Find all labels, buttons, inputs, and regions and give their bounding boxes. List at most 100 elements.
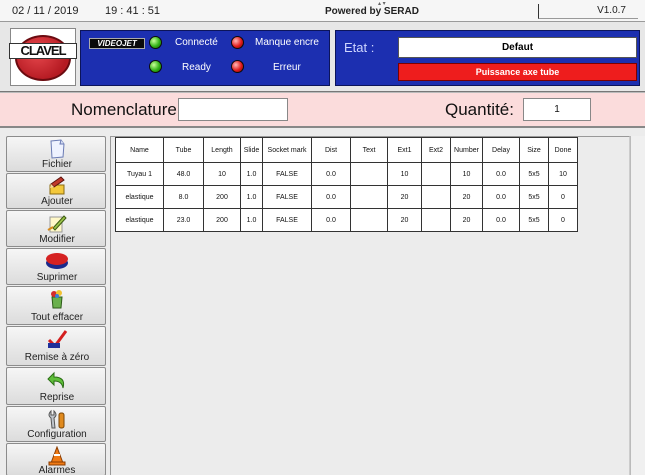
column-header[interactable]: Done (548, 137, 578, 163)
table-cell[interactable] (350, 185, 388, 209)
column-header[interactable]: Number (450, 137, 483, 163)
table-cell[interactable]: 10 (548, 162, 578, 186)
table-cell[interactable]: 23.0 (163, 208, 204, 232)
table-cell[interactable] (421, 185, 451, 209)
vertical-scrollbar[interactable] (630, 136, 645, 475)
column-header[interactable]: Slide (240, 137, 263, 163)
table-cell[interactable]: 0.0 (482, 208, 520, 232)
error-led-icon (231, 60, 244, 73)
table-cell[interactable]: 8.0 (163, 185, 204, 209)
main-area: Fichier Ajouter Modifier Suprimer Tout e… (0, 130, 645, 475)
reset-button[interactable]: Remise à zéro (6, 326, 106, 366)
nomenclature-bar: Nomenclature: Quantité: 1 (0, 92, 645, 128)
delete-button[interactable]: Suprimer (6, 248, 106, 285)
table-cell[interactable] (350, 208, 388, 232)
job-table[interactable]: Name Tube Length Slide Socket mark Dist … (115, 137, 578, 232)
table-cell[interactable]: FALSE (262, 185, 312, 209)
table-cell[interactable]: 48.0 (163, 162, 204, 186)
recycle-bin-icon (51, 290, 63, 309)
table-cell[interactable] (421, 208, 451, 232)
table-cell[interactable]: 10 (203, 162, 241, 186)
table-cell[interactable]: 1.0 (240, 162, 263, 186)
table-cell[interactable]: 200 (203, 208, 241, 232)
sidebar: Fichier Ajouter Modifier Suprimer Tout e… (6, 136, 106, 475)
column-header[interactable]: Ext2 (421, 137, 451, 163)
table-cell[interactable]: 0 (548, 185, 578, 209)
job-table-panel: Name Tube Length Slide Socket mark Dist … (110, 136, 630, 475)
table-cell[interactable]: 5x5 (519, 162, 549, 186)
alarms-button-label: Alarmes (38, 465, 76, 475)
table-cell[interactable]: 5x5 (519, 185, 549, 209)
edit-button[interactable]: Modifier (6, 210, 106, 247)
column-header[interactable]: Tube (163, 137, 204, 163)
table-cell[interactable]: 10 (387, 162, 422, 186)
table-cell[interactable]: 20 (450, 208, 483, 232)
column-header[interactable]: Name (115, 137, 164, 163)
videojet-logo: VIDEOJET (89, 38, 145, 49)
file-icon (50, 139, 65, 159)
table-cell[interactable]: 1.0 (240, 208, 263, 232)
table-cell[interactable]: 0.0 (482, 162, 520, 186)
table-cell[interactable]: 200 (203, 185, 241, 209)
table-cell[interactable]: FALSE (262, 208, 312, 232)
table-cell[interactable]: Tuyau 1 (115, 162, 164, 186)
column-header[interactable]: Delay (482, 137, 520, 163)
connected-label: Connecté (175, 37, 218, 48)
error-label: Erreur (273, 62, 301, 73)
eraser-icon (46, 253, 68, 269)
table-row[interactable]: elastique 8.0 200 1.0 FALSE 0.0 20 20 0.… (115, 185, 578, 209)
column-header[interactable]: Dist (311, 137, 351, 163)
table-cell[interactable]: 0.0 (311, 162, 351, 186)
clear-all-button-label: Tout effacer (30, 312, 84, 323)
reset-button-label: Remise à zéro (24, 352, 90, 363)
table-cell[interactable]: 0.0 (311, 185, 351, 209)
top-status-bar: 02 / 11 / 2019 19 : 41 : 51 ▴ ▾ Powered … (0, 0, 645, 22)
table-cell[interactable]: 0.0 (311, 208, 351, 232)
nomenclature-input[interactable] (178, 98, 288, 121)
add-button-label: Ajouter (41, 196, 73, 207)
table-cell[interactable]: 1.0 (240, 185, 263, 209)
table-cell[interactable]: 0 (548, 208, 578, 232)
version-label: V1.0.7 (538, 4, 638, 19)
file-button-label: Fichier (41, 159, 72, 170)
table-cell[interactable]: FALSE (262, 162, 312, 186)
column-header[interactable]: Socket mark (262, 137, 312, 163)
quantity-input[interactable]: 1 (523, 98, 591, 121)
table-row[interactable]: elastique 23.0 200 1.0 FALSE 0.0 20 20 0… (115, 208, 578, 232)
add-button[interactable]: Ajouter (6, 173, 106, 209)
clavel-logo: CLAVEL (9, 28, 77, 86)
resume-button-label: Reprise (39, 392, 75, 403)
ready-label: Ready (182, 62, 211, 73)
tools-icon (48, 409, 65, 429)
error-message-banner: Puissance axe tube (398, 63, 637, 81)
alarms-button[interactable]: Alarmes (6, 443, 106, 475)
table-cell[interactable]: 5x5 (519, 208, 549, 232)
column-header[interactable]: Ext1 (387, 137, 422, 163)
table-cell[interactable] (350, 162, 388, 186)
table-cell[interactable]: 0.0 (482, 185, 520, 209)
table-cell[interactable]: 10 (450, 162, 483, 186)
table-cell[interactable]: elastique (115, 185, 164, 209)
ink-missing-led-icon (231, 36, 244, 49)
column-header[interactable]: Size (519, 137, 549, 163)
table-cell[interactable]: 20 (387, 208, 422, 232)
configuration-button-label: Configuration (27, 429, 87, 440)
header: CLAVEL VIDEOJET Connecté Manque encre Re… (0, 22, 645, 92)
return-arrow-icon (47, 371, 65, 389)
table-cell[interactable]: 20 (387, 185, 422, 209)
column-header[interactable]: Text (350, 137, 388, 163)
state-label: Etat : (344, 40, 375, 55)
table-cell[interactable]: elastique (115, 208, 164, 232)
table-cell[interactable]: 20 (450, 185, 483, 209)
table-cell[interactable] (421, 162, 451, 186)
configuration-button[interactable]: Configuration (6, 406, 106, 442)
file-button[interactable]: Fichier (6, 136, 106, 172)
column-header[interactable]: Length (203, 137, 241, 163)
date-display: 02 / 11 / 2019 (12, 5, 79, 17)
powered-by-label: Powered by SERAD (325, 6, 419, 17)
table-row[interactable]: Tuyau 1 48.0 10 1.0 FALSE 0.0 10 10 0.0 … (115, 162, 578, 186)
resume-button[interactable]: Reprise (6, 367, 106, 405)
cone-icon (48, 446, 66, 466)
pencil-add-icon (49, 176, 65, 195)
clear-all-button[interactable]: Tout effacer (6, 286, 106, 325)
